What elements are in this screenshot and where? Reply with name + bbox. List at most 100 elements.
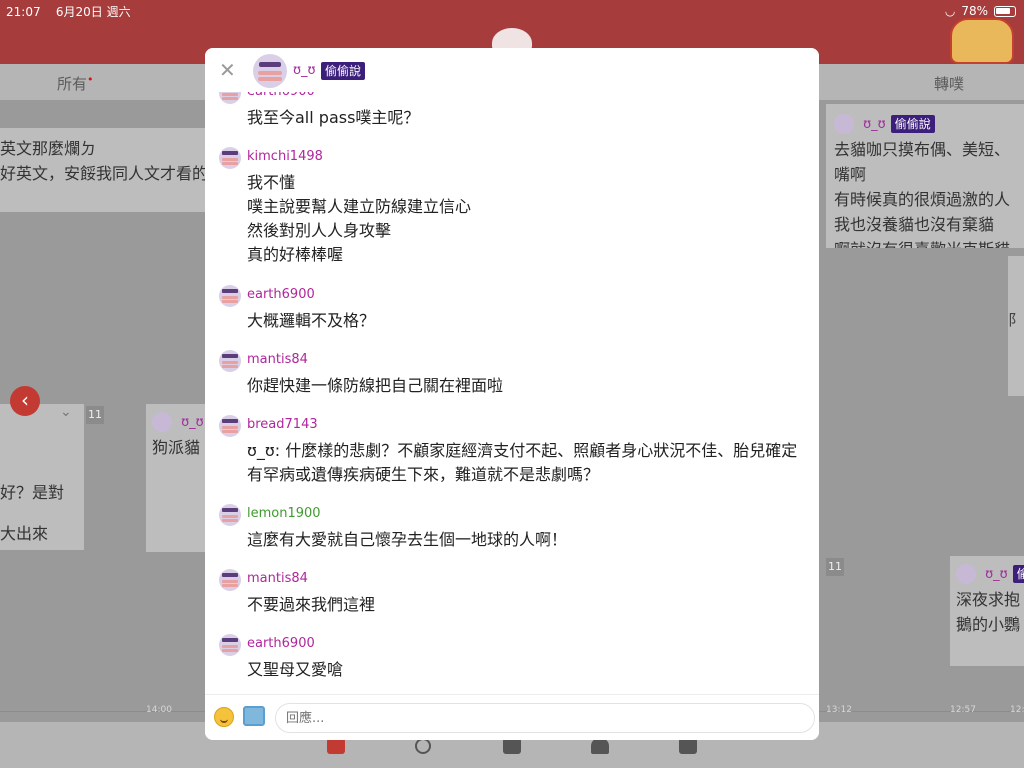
mask-stripe-icon bbox=[222, 645, 238, 648]
search-icon[interactable] bbox=[415, 738, 431, 754]
card-text-line: 英文那麼爛ㄉ bbox=[0, 139, 97, 158]
avatar[interactable] bbox=[219, 147, 241, 169]
profile-icon[interactable] bbox=[679, 738, 697, 754]
close-icon[interactable]: ✕ bbox=[219, 60, 236, 80]
response-text: 不要過來我們這裡 bbox=[247, 595, 376, 614]
status-date: 6月20日 週六 bbox=[55, 4, 131, 19]
mask-stripe-icon bbox=[222, 300, 238, 303]
mask-stripe-icon bbox=[222, 158, 238, 161]
scroll-back-button[interactable]: ‹ bbox=[10, 386, 40, 416]
timeline-card[interactable]: ʊ_ʊ 偷偷說 去貓咖只摸布偶、美短、 嘴啊 有時候真的很煩過激的人 我也沒養貓… bbox=[826, 104, 1024, 248]
mask-stripe-icon bbox=[222, 289, 238, 293]
card-username: ʊ_ʊ bbox=[863, 117, 886, 132]
mask-stripe-icon bbox=[222, 430, 238, 433]
timeline-timestamp: 12:57 bbox=[950, 705, 976, 715]
tab-replurk-label: 轉噗 bbox=[934, 75, 965, 93]
avatar[interactable] bbox=[219, 350, 241, 372]
response-text: 我至今all pass噗主呢？ bbox=[247, 108, 420, 127]
mask-stripe-icon bbox=[222, 361, 238, 364]
status-time: 21:07 bbox=[6, 4, 41, 19]
card-header: ʊ_ʊ 偷 bbox=[956, 560, 1024, 587]
timeline-timestamp: 13:12 bbox=[826, 705, 852, 715]
mask-stripe-icon bbox=[222, 354, 238, 358]
emoticon-icon[interactable] bbox=[214, 707, 234, 727]
response-text: 我不懂 噗主說要幫人建立防線建立信心 然後對別人人身攻擊 真的好棒棒喔 bbox=[247, 173, 472, 264]
response-list[interactable]: earth6900 我至今all pass噗主呢？ kimchi1498 我不懂 噗主… bbox=[205, 88, 819, 694]
card-username: ʊ_ʊ bbox=[985, 567, 1008, 582]
response-username[interactable]: kimchi1498 bbox=[247, 149, 323, 164]
image-upload-icon[interactable] bbox=[243, 706, 265, 726]
timeline-card[interactable]: 阝 bbox=[1008, 256, 1024, 396]
mask-stripe-icon bbox=[222, 419, 238, 423]
card-text-line: 我也沒養貓也沒有棄貓 bbox=[834, 215, 995, 234]
battery-percent: 78% bbox=[961, 4, 988, 18]
owner-name[interactable]: ʊ_ʊ bbox=[293, 63, 316, 78]
timeline-timestamp: 12: bbox=[1010, 705, 1024, 715]
mask-stripe-icon bbox=[222, 584, 238, 587]
response-count-badge: 11 bbox=[86, 406, 104, 424]
avatar[interactable] bbox=[219, 285, 241, 307]
mask-stripe-icon bbox=[222, 296, 238, 299]
response-username[interactable]: lemon1900 bbox=[247, 506, 321, 521]
compose-icon[interactable] bbox=[503, 738, 521, 754]
mask-stripe-icon bbox=[222, 151, 238, 155]
chevron-down-icon[interactable]: ⌄ bbox=[60, 404, 72, 420]
card-text-line: 好英文，安餒我同人文才看的 bbox=[0, 164, 209, 183]
response-username[interactable]: earth6900 bbox=[247, 287, 315, 302]
response-text: 你趕快建一條防線把自己關在裡面啦 bbox=[247, 376, 504, 395]
card-text-line: 啊就沒有很喜歡米克斯貓 bbox=[834, 237, 1024, 248]
timeline-card[interactable]: 好？是對 大出來 bbox=[0, 404, 84, 550]
status-bar: 21:07 6月20日 週六 ◡ 78% bbox=[6, 3, 1016, 19]
unread-dot-icon: • bbox=[87, 73, 94, 86]
avatar[interactable] bbox=[219, 569, 241, 591]
mask-stripe-icon bbox=[222, 638, 238, 642]
reply-input[interactable] bbox=[275, 703, 815, 733]
owner-avatar[interactable] bbox=[253, 54, 287, 88]
avatar[interactable] bbox=[219, 415, 241, 437]
mask-stripe-icon bbox=[222, 365, 238, 368]
response-username[interactable]: mantis84 bbox=[247, 571, 308, 586]
mask-stripe-icon bbox=[222, 162, 238, 165]
response-username[interactable]: earth6900 bbox=[247, 636, 315, 651]
mask-stripe-icon bbox=[222, 649, 238, 652]
mask-stripe-icon bbox=[222, 515, 238, 518]
mask-stripe-icon bbox=[258, 77, 282, 81]
card-text-line: 鵝的小鸚 bbox=[956, 615, 1021, 634]
avatar[interactable] bbox=[219, 504, 241, 526]
tab-replurk[interactable]: 轉噗 bbox=[934, 73, 964, 94]
card-text-line: 好？是對 bbox=[0, 483, 65, 502]
card-text-line: 去貓咖只摸布偶、美短、 bbox=[834, 140, 1011, 159]
mask-stripe-icon bbox=[222, 426, 238, 429]
status-left: 21:07 6月20日 週六 bbox=[6, 3, 131, 20]
mask-stripe-icon bbox=[222, 573, 238, 577]
tab-all[interactable]: 所有• bbox=[57, 73, 94, 94]
home-icon[interactable] bbox=[327, 738, 345, 754]
response-username[interactable]: bread7143 bbox=[247, 417, 318, 432]
avatar[interactable] bbox=[219, 634, 241, 656]
response-username[interactable]: mantis84 bbox=[247, 352, 308, 367]
modal-header: ✕ ʊ_ʊ 偷偷說 bbox=[205, 48, 819, 92]
whisper-tag: 偷偷說 bbox=[890, 115, 935, 133]
mask-stripe-icon bbox=[222, 97, 238, 100]
timeline-card[interactable]: 英文那麼爛ㄉ 好英文，安餒我同人文才看的 bbox=[0, 128, 210, 212]
status-right: ◡ 78% bbox=[945, 4, 1016, 18]
card-text-line: 深夜求抱 bbox=[956, 590, 1021, 609]
mask-stripe-icon bbox=[222, 580, 238, 583]
card-text-line: 大出來 bbox=[0, 524, 49, 543]
mask-stripe-icon bbox=[258, 71, 282, 75]
avatar bbox=[956, 563, 976, 584]
card-username: ʊ_ʊ bbox=[181, 415, 204, 430]
card-text-line: 狗派貓 bbox=[152, 438, 201, 457]
reply-bar bbox=[205, 694, 819, 740]
whisper-tag: 偷偷說 bbox=[321, 62, 366, 80]
card-text-line: 有時候真的很煩過激的人 bbox=[834, 190, 1011, 209]
card-header: ʊ_ʊ bbox=[152, 408, 208, 435]
mask-stripe-icon bbox=[222, 508, 238, 512]
timeline-card[interactable]: ʊ_ʊ 偷 深夜求抱 鵝的小鸚 bbox=[950, 556, 1024, 666]
card-text-line: 嘴啊 bbox=[834, 165, 867, 184]
timeline-card[interactable]: ʊ_ʊ 狗派貓 bbox=[146, 404, 208, 552]
plurk-detail-modal: ✕ ʊ_ʊ 偷偷說 earth6900 我至今all pass噗主呢？ kimchi… bbox=[205, 48, 819, 740]
notification-bell-icon[interactable] bbox=[591, 738, 609, 754]
response-text: ʊ_ʊ: 什麼樣的悲劇？不顧家庭經濟支付不起、照顧者身心狀況不佳、胎兒確定有罕病… bbox=[247, 441, 798, 484]
karma-mascot-icon[interactable] bbox=[950, 18, 1014, 64]
